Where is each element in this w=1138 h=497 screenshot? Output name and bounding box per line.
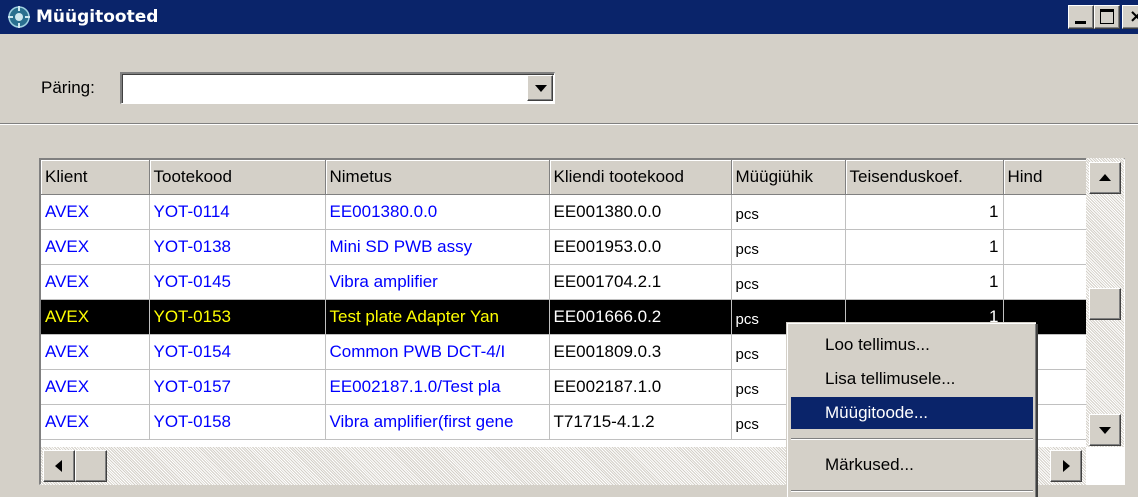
title-bar[interactable]: Müügitooted ×: [0, 0, 1138, 34]
column-header-teisenduskoef[interactable]: Teisenduskoef.: [845, 160, 1004, 195]
menu-item-lisa-tellimusele[interactable]: Lisa tellimusele...: [791, 363, 1033, 395]
cell-kliendi-tootekood[interactable]: EE002187.1.0: [549, 369, 732, 405]
menu-separator: [791, 490, 1033, 492]
cell-kliendi-tootekood[interactable]: EE001809.0.3: [549, 334, 732, 370]
dropdown-button[interactable]: [527, 75, 553, 101]
cell-teisenduskoef[interactable]: 1: [845, 194, 1004, 230]
vertical-scrollbar[interactable]: [1086, 158, 1124, 447]
scroll-left-button[interactable]: [43, 450, 75, 482]
cell-nimetus[interactable]: EE002187.1.0/Test pla: [325, 369, 550, 405]
column-header-klient[interactable]: Klient: [41, 160, 150, 195]
table-row[interactable]: AVEX YOT-0138 Mini SD PWB assy EE001953.…: [41, 229, 1088, 265]
cell-tootekood[interactable]: YOT-0153: [149, 299, 326, 335]
column-header-nimetus[interactable]: Nimetus: [325, 160, 550, 195]
cell-tootekood[interactable]: YOT-0154: [149, 334, 326, 370]
menu-item-loo-tellimus[interactable]: Loo tellimus...: [791, 329, 1033, 361]
cell-kliendi-tootekood[interactable]: T71715-4.1.2: [549, 404, 732, 440]
cell-tootekood[interactable]: YOT-0158: [149, 404, 326, 440]
cell-muugiuhik[interactable]: pcs: [731, 194, 846, 230]
query-panel: Päring:: [0, 34, 1138, 125]
context-menu: Loo tellimus... Lisa tellimusele... Müüg…: [786, 322, 1036, 497]
cell-kliendi-tootekood[interactable]: EE001704.2.1: [549, 264, 732, 300]
cell-nimetus[interactable]: Vibra amplifier(first gene: [325, 404, 550, 440]
cell-nimetus[interactable]: Mini SD PWB assy: [325, 229, 550, 265]
column-header-tootekood[interactable]: Tootekood: [149, 160, 326, 195]
close-icon[interactable]: ×: [1122, 5, 1138, 29]
column-header-hind[interactable]: Hind: [1003, 160, 1088, 195]
window-title: Müügitooted: [36, 7, 159, 27]
query-label: Päring:: [41, 78, 95, 97]
chevron-down-icon: [535, 85, 547, 92]
cell-nimetus[interactable]: Common PWB DCT-4/I: [325, 334, 550, 370]
cell-teisenduskoef[interactable]: 1: [845, 229, 1004, 265]
arrow-up-icon: [1099, 174, 1111, 181]
cell-hind[interactable]: [1003, 264, 1088, 300]
cell-klient[interactable]: AVEX: [41, 229, 150, 265]
cell-nimetus[interactable]: Vibra amplifier: [325, 264, 550, 300]
cell-muugiuhik[interactable]: pcs: [731, 264, 846, 300]
cell-hind[interactable]: [1003, 194, 1088, 230]
cell-tootekood[interactable]: YOT-0138: [149, 229, 326, 265]
query-dropdown[interactable]: [120, 72, 555, 104]
cell-hind[interactable]: [1003, 229, 1088, 265]
cell-klient[interactable]: AVEX: [41, 299, 150, 335]
header-row: Klient Tootekood Nimetus Kliendi tooteko…: [41, 160, 1088, 195]
column-header-muugiuhik[interactable]: Müügiühik: [731, 160, 846, 195]
cell-kliendi-tootekood[interactable]: EE001666.0.2: [549, 299, 732, 335]
vertical-scroll-thumb[interactable]: [1089, 288, 1121, 320]
cell-klient[interactable]: AVEX: [41, 334, 150, 370]
cell-nimetus[interactable]: EE001380.0.0: [325, 194, 550, 230]
arrow-right-icon: [1063, 460, 1070, 472]
arrow-down-icon: [1099, 427, 1111, 434]
cell-muugiuhik[interactable]: pcs: [731, 229, 846, 265]
cell-nimetus[interactable]: Test plate Adapter Yan: [325, 299, 550, 335]
cell-kliendi-tootekood[interactable]: EE001953.0.0: [549, 229, 732, 265]
cell-klient[interactable]: AVEX: [41, 194, 150, 230]
cell-tootekood[interactable]: YOT-0114: [149, 194, 326, 230]
scroll-up-button[interactable]: [1089, 162, 1121, 194]
column-header-kliendi-tootekood[interactable]: Kliendi tootekood: [549, 160, 732, 195]
cell-klient[interactable]: AVEX: [41, 369, 150, 405]
table-row[interactable]: AVEX YOT-0145 Vibra amplifier EE001704.2…: [41, 264, 1088, 300]
maximize-icon[interactable]: [1094, 5, 1120, 29]
menu-item-markused[interactable]: Märkused...: [791, 449, 1033, 481]
horizontal-scroll-thumb[interactable]: [75, 450, 107, 482]
scroll-right-button[interactable]: [1050, 450, 1082, 482]
menu-item-muugitoode[interactable]: Müügitoode...: [791, 397, 1033, 429]
table-row[interactable]: AVEX YOT-0114 EE001380.0.0 EE001380.0.0 …: [41, 194, 1088, 230]
menu-separator: [791, 438, 1033, 440]
cell-klient[interactable]: AVEX: [41, 264, 150, 300]
arrow-left-icon: [55, 460, 62, 472]
cell-tootekood[interactable]: YOT-0157: [149, 369, 326, 405]
minimize-icon[interactable]: [1068, 5, 1094, 29]
cell-teisenduskoef[interactable]: 1: [845, 264, 1004, 300]
scroll-down-button[interactable]: [1089, 414, 1121, 446]
cell-klient[interactable]: AVEX: [41, 404, 150, 440]
app-icon: [6, 4, 32, 30]
cell-kliendi-tootekood[interactable]: EE001380.0.0: [549, 194, 732, 230]
cell-tootekood[interactable]: YOT-0145: [149, 264, 326, 300]
